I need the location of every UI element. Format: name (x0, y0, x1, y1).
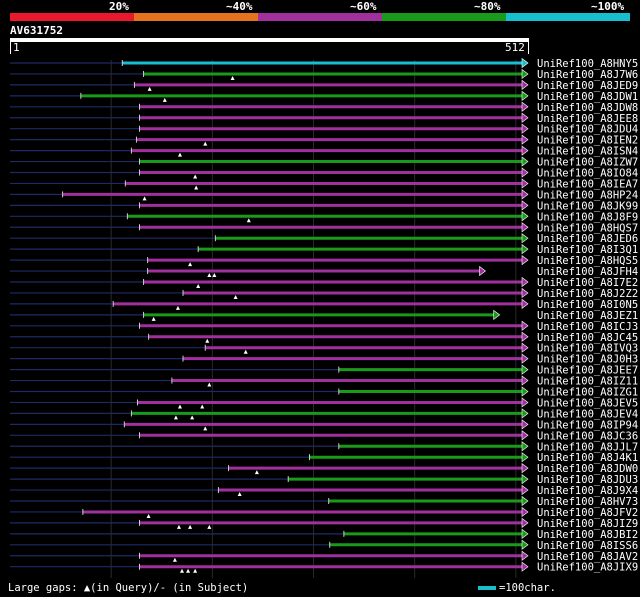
hit-arrow-icon (521, 79, 529, 91)
query-gap-marker-icon (190, 415, 195, 420)
hit-arrow-icon (521, 386, 529, 397)
query-gap-marker-icon (147, 86, 152, 91)
query-gap-marker-icon (203, 141, 208, 146)
query-gap-marker-icon (175, 305, 180, 310)
hit-arrow-icon (521, 145, 529, 156)
hit-arrow-icon (521, 200, 529, 211)
query-gap-marker-icon (212, 273, 217, 278)
hit-arrow-icon (521, 342, 529, 353)
hit-arrow-icon (521, 90, 529, 101)
query-gap-marker-icon (188, 524, 193, 529)
hit-arrow-icon (521, 255, 529, 266)
query-gap-marker-icon (179, 568, 184, 573)
query-gap-marker-icon (173, 415, 178, 420)
hit-arrow-icon (493, 309, 501, 320)
scale-label: =100char. (499, 582, 556, 594)
query-gap-marker-icon (207, 382, 212, 387)
hit-arrow-icon (521, 364, 529, 375)
hit-arrow-icon (521, 57, 529, 69)
hit-arrow-icon (521, 495, 529, 507)
hit-arrow-icon (521, 189, 529, 200)
hit-arrow-icon (521, 539, 529, 550)
hit-arrow-icon (521, 178, 529, 189)
query-gap-marker-icon (254, 470, 259, 475)
hit-arrow-icon (479, 265, 487, 277)
scale-swatch (478, 586, 496, 590)
hit-arrow-icon (521, 68, 529, 80)
hit-arrow-icon (521, 320, 529, 331)
query-gap-marker-icon (230, 75, 235, 80)
hit-name-link[interactable]: UniRef100_A8JIX9 (537, 562, 638, 574)
query-gap-marker-icon (177, 404, 182, 409)
hit-arrow-icon (521, 452, 529, 463)
hit-arrow-icon (521, 134, 529, 145)
hit-arrow-icon (521, 528, 529, 539)
hit-arrow-icon (521, 408, 529, 419)
hit-arrow-icon (521, 441, 529, 452)
hit-arrow-icon (521, 112, 529, 123)
hit-arrow-icon (521, 430, 529, 441)
scale-legend: =100char. (478, 582, 556, 594)
query-gap-marker-icon (146, 513, 151, 518)
query-gap-marker-icon (207, 273, 212, 278)
query-gap-marker-icon (243, 349, 248, 354)
query-gap-marker-icon (177, 152, 182, 157)
hit-arrow-icon (521, 167, 529, 178)
hit-arrow-icon (521, 331, 529, 342)
query-gap-marker-icon (193, 568, 198, 573)
hit-arrow-icon (521, 397, 529, 408)
hit-arrow-icon (521, 463, 529, 474)
hit-row[interactable]: UniRef100_A8JIX9 (10, 561, 638, 574)
query-gap-marker-icon (207, 524, 212, 529)
hit-arrow-icon (521, 244, 529, 255)
query-gap-marker-icon (172, 557, 177, 562)
hit-arrow-icon (521, 101, 529, 112)
hit-arrow-icon (521, 123, 529, 134)
query-gap-marker-icon (203, 426, 208, 431)
query-gap-marker-icon (193, 174, 198, 179)
alignment-graph: UniRef100_A8HNY5UniRef100_A8J7W6UniRef10… (10, 57, 638, 578)
query-gap-marker-icon (237, 492, 242, 497)
hit-arrow-icon (521, 375, 529, 386)
gap-legend: Large gaps: ▲(in Query)/- (in Subject) (8, 582, 249, 594)
query-gap-marker-icon (194, 185, 199, 190)
query-gap-marker-icon (205, 338, 210, 343)
hit-arrow-icon (521, 353, 529, 364)
query-gap-marker-icon (176, 524, 181, 529)
query-gap-marker-icon (186, 568, 191, 573)
query-gap-marker-icon (151, 316, 156, 321)
query-gap-marker-icon (142, 196, 147, 201)
query-gap-marker-icon (196, 284, 201, 288)
query-gap-marker-icon (200, 404, 205, 409)
hit-arrow-icon (521, 474, 529, 485)
hit-arrow-icon (521, 419, 529, 430)
hit-arrow-icon (521, 222, 529, 233)
hit-arrow-icon (521, 287, 529, 299)
query-gap-marker-icon (233, 294, 238, 299)
hit-arrow-icon (521, 276, 529, 288)
hit-arrow-icon (521, 561, 529, 572)
query-gap-marker-icon (188, 262, 193, 267)
query-gap-marker-icon (246, 218, 251, 223)
hit-arrow-icon (521, 298, 529, 309)
hit-arrow-icon (521, 233, 529, 244)
hit-arrow-icon (521, 211, 529, 222)
hit-arrow-icon (521, 517, 529, 529)
hit-arrow-icon (521, 506, 529, 518)
hit-arrow-icon (521, 550, 529, 561)
query-gap-marker-icon (162, 97, 167, 102)
hit-arrow-icon (521, 156, 529, 167)
hit-arrow-icon (521, 484, 529, 496)
